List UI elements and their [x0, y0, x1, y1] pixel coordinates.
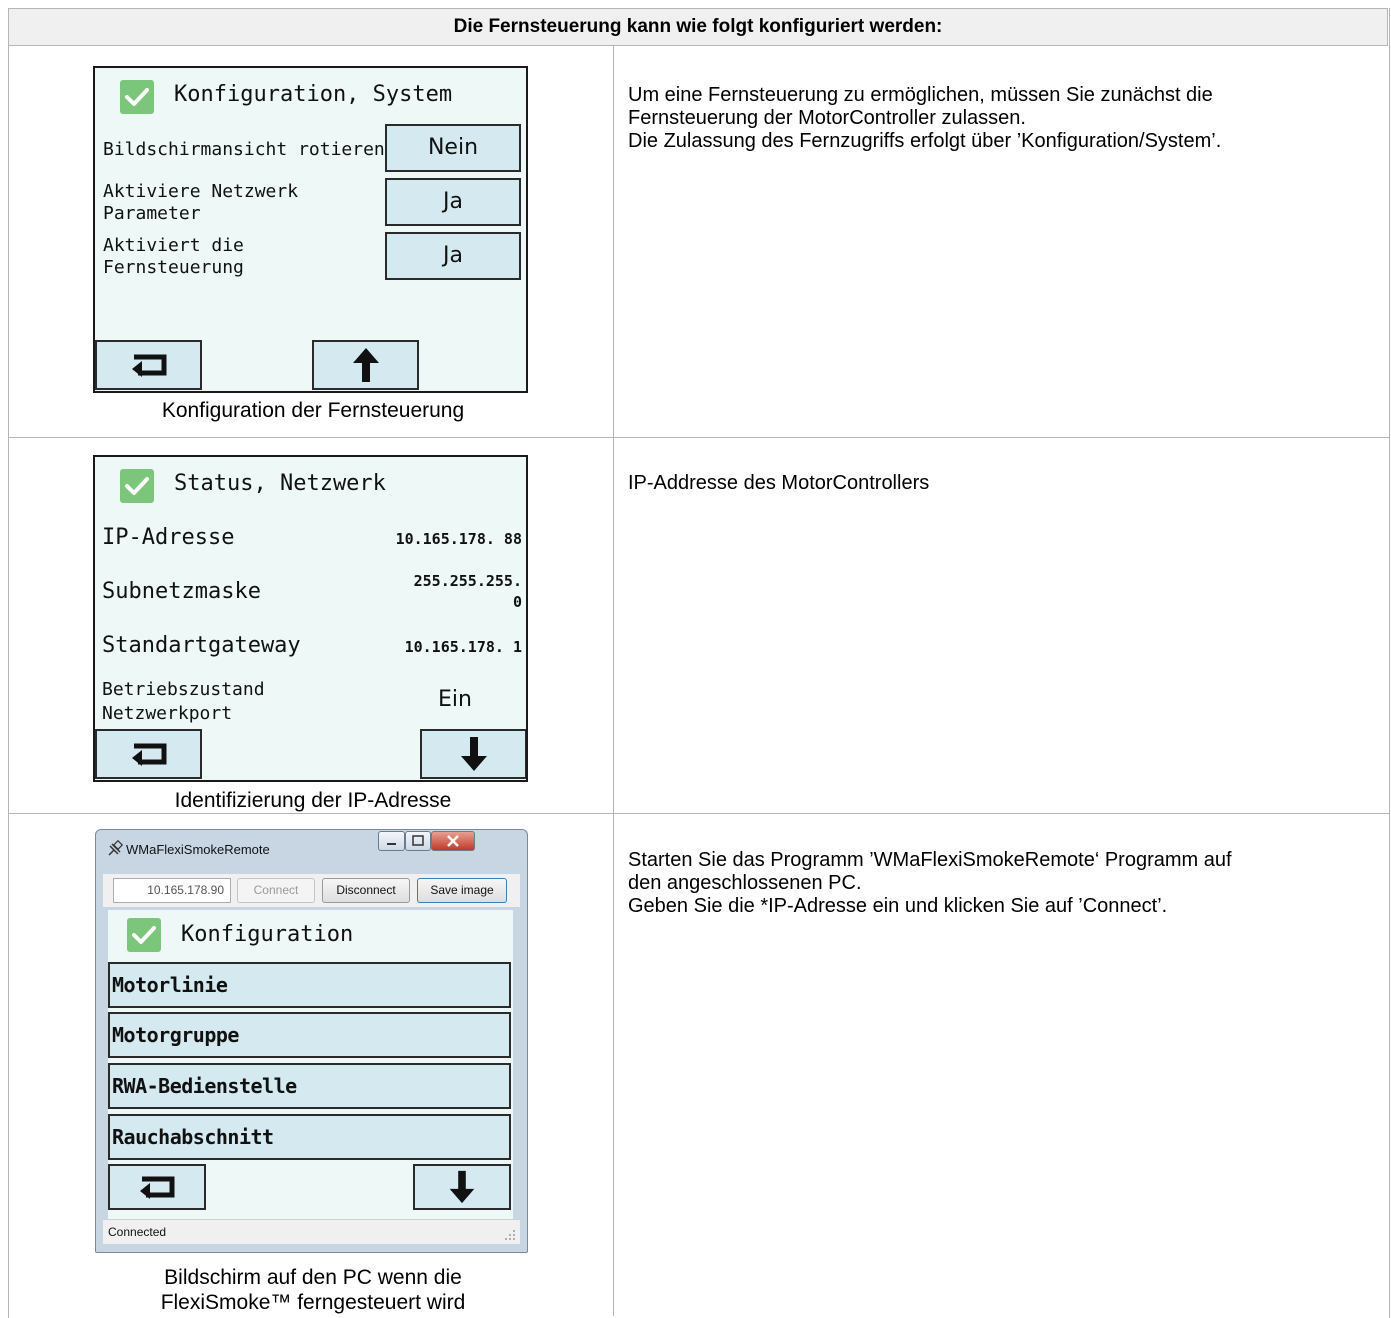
return-arrow-icon	[131, 354, 166, 377]
port-status-value: Ein	[438, 687, 472, 712]
figure-caption: Identifizierung der IP-Adresse	[174, 789, 452, 812]
remote-app-window: WMaFlexiSmokeRemote 10.165.178.90 Connec…	[95, 829, 528, 1253]
network-params-button[interactable]: Ja	[385, 178, 521, 226]
minimize-icon	[387, 843, 396, 845]
screen-title: Konfiguration, System	[174, 82, 453, 107]
rotate-screen-button[interactable]: Nein	[385, 124, 521, 172]
maximize-icon	[412, 835, 424, 846]
arrow-down-icon	[460, 737, 487, 771]
description-line: Fernsteuerung der MotorController zulass…	[628, 107, 1026, 129]
back-button[interactable]	[95, 340, 202, 390]
connect-button[interactable]: Connect	[237, 878, 315, 903]
maximize-button[interactable]	[405, 831, 431, 851]
minimize-button[interactable]	[378, 831, 405, 851]
scroll-up-button[interactable]	[312, 340, 419, 390]
back-button[interactable]	[108, 1164, 206, 1210]
toolbar: 10.165.178.90 Connect Disconnect Save im…	[103, 874, 520, 907]
disconnect-button[interactable]: Disconnect	[322, 878, 410, 903]
description-text: Um eine Fernsteuerung zu ermöglichen, mü…	[628, 84, 1378, 153]
screen-title: Konfiguration	[181, 922, 354, 947]
figure-caption: Konfiguration der Fernsteuerung	[161, 399, 465, 422]
table-header: Die Fernsteuerung kann wie folgt konfigu…	[8, 8, 1388, 46]
description-line: Um eine Fernsteuerung zu ermöglichen, mü…	[628, 84, 1213, 106]
arrow-up-icon	[352, 348, 379, 382]
row-divider	[8, 813, 1389, 814]
field-label: IP-Adresse	[102, 525, 235, 550]
description-line: den angeschlossenen PC.	[628, 872, 862, 894]
field-label: Standartgateway	[102, 633, 301, 658]
config-system-screen: Konfiguration, System Bildschirmansicht …	[93, 66, 528, 393]
close-icon	[447, 835, 459, 847]
description-text: Starten Sie das Programm ’WMaFlexiSmokeR…	[628, 849, 1378, 918]
status-network-screen: Status, Netzwerk IP-Adresse 10.165.178. …	[93, 455, 528, 782]
checkmark-icon	[127, 918, 161, 952]
description-line: IP-Addresse des MotorControllers	[628, 472, 930, 494]
row-divider	[8, 437, 1389, 438]
close-button[interactable]	[431, 831, 475, 851]
remote-control-button[interactable]: Ja	[385, 232, 521, 280]
window-title: WMaFlexiSmokeRemote	[126, 842, 270, 857]
scroll-down-button[interactable]	[420, 729, 526, 779]
satellite-icon	[108, 840, 124, 856]
back-button[interactable]	[95, 729, 202, 779]
menu-item-motorlinie[interactable]: Motorlinie	[108, 962, 511, 1008]
setting-label: Bildschirmansicht rotieren	[103, 139, 385, 160]
ip-address-input[interactable]: 10.165.178.90	[113, 878, 231, 903]
save-image-button[interactable]: Save image	[417, 878, 507, 903]
ip-address-value: 10.165.178. 88	[395, 530, 522, 548]
description-text: IP-Addresse des MotorControllers	[628, 472, 1378, 495]
caption-line: Bildschirm auf den PC wenn die	[164, 1266, 462, 1289]
resize-grip-icon[interactable]	[504, 1229, 516, 1241]
field-label: Betriebszustand	[102, 679, 265, 700]
description-line: Die Zulassung des Fernzugriffs erfolgt ü…	[628, 130, 1222, 152]
checkmark-icon	[120, 469, 154, 503]
menu-item-rwa-bedienstelle[interactable]: RWA-Bedienstelle	[108, 1063, 511, 1109]
arrow-down-icon	[449, 1170, 475, 1204]
subnet-mask-value: 0	[512, 593, 522, 611]
remote-device-screen: Konfiguration Motorlinie Motorgruppe RWA…	[108, 910, 513, 1220]
subnet-mask-value: 255.255.255.	[413, 572, 522, 590]
screen-title: Status, Netzwerk	[174, 471, 386, 496]
return-arrow-icon	[140, 1176, 175, 1199]
status-bar: Connected	[103, 1219, 520, 1244]
caption-line: FlexiSmoke™ ferngesteuert wird	[160, 1291, 466, 1314]
field-label: Subnetzmaske	[102, 579, 261, 604]
return-arrow-icon	[131, 743, 166, 766]
menu-item-rauchabschnitt[interactable]: Rauchabschnitt	[108, 1114, 511, 1160]
scroll-down-button[interactable]	[413, 1164, 511, 1210]
setting-label: Aktiviert die Fernsteuerung	[103, 235, 244, 278]
description-line: Geben Sie die *IP-Adresse ein und klicke…	[628, 895, 1168, 917]
setting-label: Aktiviere Netzwerk Parameter	[103, 181, 299, 224]
connection-status: Connected	[108, 1225, 167, 1239]
column-divider	[613, 46, 614, 1316]
checkmark-icon	[120, 80, 154, 114]
menu-item-motorgruppe[interactable]: Motorgruppe	[108, 1012, 511, 1058]
description-line: Starten Sie das Programm ’WMaFlexiSmokeR…	[628, 849, 1232, 871]
gateway-value: 10.165.178. 1	[404, 638, 522, 656]
field-label: Netzwerkport	[102, 703, 233, 724]
